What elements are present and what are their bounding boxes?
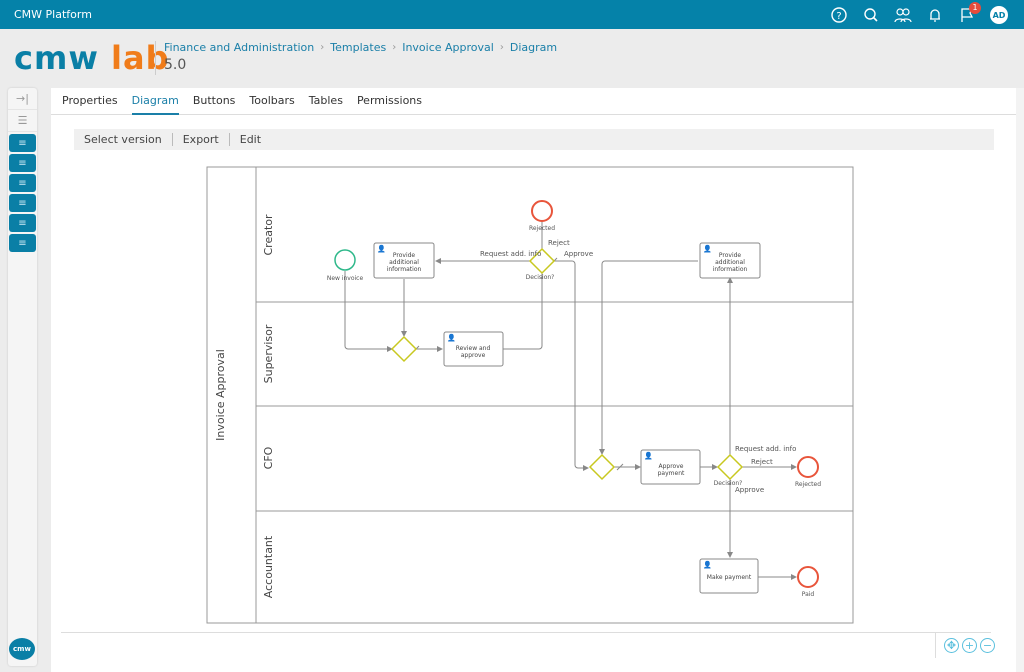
bell-icon[interactable] [924,4,946,26]
flow-label: Request add. info [480,250,541,258]
gateway-decision-cfo[interactable] [716,453,744,481]
chevron-right-icon: › [320,42,325,53]
user-task-icon: 👤 [644,451,653,460]
top-bar: CMW Platform ? 1 AD [0,0,1024,29]
cmw-lab-logo: cmw lab [14,39,170,77]
svg-text:payment: payment [658,470,685,477]
chevron-right-icon: › [392,42,397,53]
lane-cfo: CFO [262,446,275,469]
start-event[interactable] [334,249,356,271]
user-task-icon: 👤 [377,244,386,253]
main-panel: Properties Diagram Buttons Toolbars Tabl… [51,88,1024,672]
svg-text:Approve: Approve [659,463,684,470]
avatar[interactable]: AD [990,6,1008,24]
sidebar-item-2[interactable]: ≡ [9,154,36,172]
breadcrumb-templates[interactable]: Templates [330,41,386,54]
svg-text:additional: additional [389,259,419,266]
expand-sidebar-icon[interactable]: →| [8,88,37,110]
task-make-payment[interactable]: 👤 Make payment [699,558,759,594]
start-event-label: New invoice [327,275,364,282]
search-icon[interactable] [860,4,882,26]
svg-text:additional: additional [715,259,745,266]
flow-label: Reject [751,458,773,466]
flow-label: Reject [548,239,570,247]
end-event-rejected-cfo[interactable] [797,456,819,478]
chevron-right-icon: › [499,42,504,53]
breadcrumb-invoice-approval[interactable]: Invoice Approval [402,41,494,54]
lane-creator: Creator [262,214,275,256]
end-event-paid[interactable] [797,566,819,588]
task-provide-info[interactable]: 👤 Provide additional information [373,242,435,279]
cmw-logo-icon[interactable]: cmw [9,638,35,660]
sidebar-item-4[interactable]: ≡ [9,194,36,212]
svg-text:information: information [387,266,422,273]
gateway-merge-supervisor[interactable] [390,335,418,363]
user-task-icon: 👤 [447,333,456,342]
zoom-out-icon[interactable]: − [980,638,995,653]
user-task-icon: 👤 [703,244,712,253]
scrollbar[interactable] [1016,88,1024,672]
svg-text:Make payment: Make payment [707,574,752,581]
user-task-icon: 👤 [703,560,712,569]
end-event-label: Rejected [795,481,821,488]
end-event-label: Paid [802,591,815,598]
flag-icon[interactable]: 1 [956,2,981,26]
end-event-label: Rejected [529,225,555,232]
lane-supervisor: Supervisor [262,324,275,383]
breadcrumb-diagram[interactable]: Diagram [510,41,557,54]
sidebar-item-6[interactable]: ≡ [9,234,36,252]
svg-text:Provide: Provide [393,252,416,259]
notification-badge: 1 [969,2,981,14]
breadcrumb-finance[interactable]: Finance and Administration [164,41,314,54]
svg-text:information: information [713,266,748,273]
gateway-label: Decision? [526,274,555,281]
sidebar-item-5[interactable]: ≡ [9,214,36,232]
svg-text:approve: approve [461,352,486,359]
task-provide-info-2[interactable]: 👤 Provide additional information [699,242,761,279]
header-divider [155,41,156,75]
svg-text:Provide: Provide [719,252,742,259]
svg-text:Review and: Review and [456,345,491,352]
sidebar-item-1[interactable]: ≡ [9,134,36,152]
left-sidebar: →| ☰ ≡ ≡ ≡ ≡ ≡ ≡ cmw [8,88,37,666]
page-header: cmw lab Finance and Administration › Temp… [0,29,1024,87]
pool [206,166,854,624]
help-icon[interactable]: ? [828,4,850,26]
pool-label: Invoice Approval [214,349,227,441]
breadcrumb: Finance and Administration › Templates › I… [164,41,557,54]
svg-text:?: ? [836,11,841,22]
lane-accountant: Accountant [262,535,275,598]
version-label: 5.0 [164,57,187,73]
divider [61,632,991,633]
app-title: CMW Platform [14,8,92,21]
end-event-rejected[interactable] [531,200,553,222]
checklist-icon[interactable]: ☰ [8,110,37,132]
zoom-in-icon[interactable]: + [962,638,977,653]
bpmn-diagram[interactable]: Invoice Approval Creator Supervisor CFO … [51,88,1024,633]
flow-label: Approve [564,250,593,258]
zoom-controls: ✥ + − [935,633,995,658]
gateway-merge-cfo[interactable] [588,453,616,481]
flow-label: Approve [735,486,764,494]
fit-to-screen-icon[interactable]: ✥ [944,638,959,653]
task-review-approve[interactable]: 👤 Review and approve [443,331,504,367]
users-icon[interactable] [892,4,914,26]
flow-label: Request add. info [735,445,796,453]
sidebar-item-3[interactable]: ≡ [9,174,36,192]
task-approve-payment[interactable]: 👤 Approve payment [640,449,701,485]
